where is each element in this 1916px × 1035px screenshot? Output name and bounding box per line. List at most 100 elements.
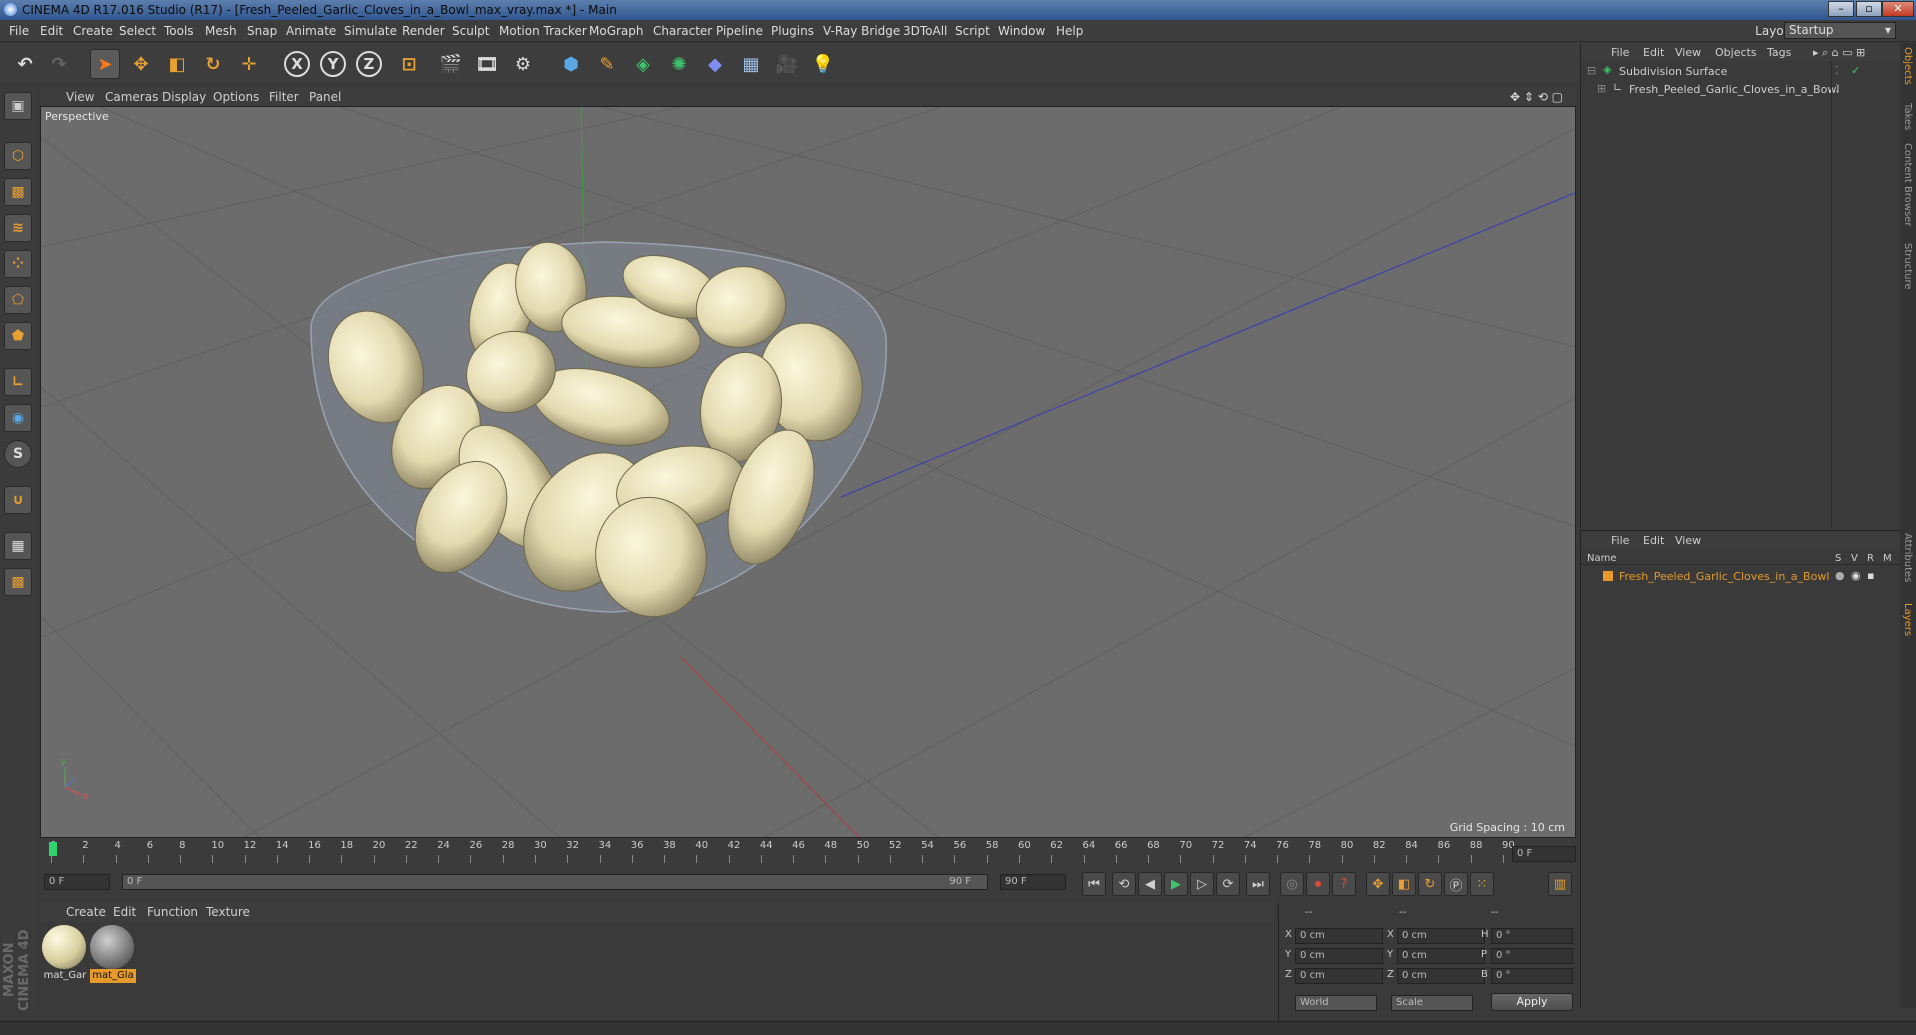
menu-animate[interactable]: Animate [286,24,336,38]
workplane-mode-icon[interactable]: ≋ [4,214,32,242]
tab-content-browser[interactable]: Content Browser [1902,143,1913,226]
auto-key-icon[interactable]: ⏺ [1306,872,1330,896]
menu-window[interactable]: Window [998,24,1045,38]
menu-script[interactable]: Script [955,24,990,38]
size-y-field[interactable]: 0 cm [1397,948,1485,964]
rot-p-field[interactable]: 0 ° [1491,948,1573,964]
frame-range-slider[interactable]: 0 F 90 F [122,874,988,890]
pos-y-field[interactable]: 0 cm [1295,948,1383,964]
subdivision-icon[interactable]: ◈ [628,49,658,79]
layer-row[interactable]: Fresh_Peeled_Garlic_Cloves_in_a_Bowl ● ◉… [1581,567,1901,585]
axis-mode-icon[interactable]: ∟ [4,368,32,396]
tab-layers[interactable]: Layers [1902,603,1913,636]
menu-file[interactable]: File [9,24,29,38]
key-parameter-icon[interactable]: Ⓟ [1444,872,1468,896]
apply-button[interactable]: Apply [1491,993,1573,1011]
menu-tools[interactable]: Tools [164,24,194,38]
layer-visible-icon[interactable]: ◉ [1851,569,1861,582]
workplane-lock-icon[interactable]: ▦ [4,532,32,560]
menu-mograph[interactable]: MoGraph [589,24,644,38]
rot-b-field[interactable]: 0 ° [1491,968,1573,984]
render-view-icon[interactable]: 🎬 [436,49,466,79]
edges-mode-icon[interactable]: ⬠ [4,286,32,314]
layer-solo-icon[interactable]: ● [1835,569,1845,582]
light-icon[interactable]: 💡 [808,49,838,79]
timeline-playhead[interactable] [49,842,57,856]
locked-workplane-icon[interactable]: ▩ [4,568,32,596]
timeline-ruler[interactable]: 0246810121416182022242628303234363840424… [40,840,1576,868]
cube-primitive-icon[interactable]: ⬢ [556,49,586,79]
coordinate-mode-dropdown[interactable]: Scale [1391,995,1473,1011]
objects-menu-tags[interactable]: Tags [1767,46,1791,59]
menu-sculpt[interactable]: Sculpt [452,24,489,38]
y-axis-lock-icon[interactable]: Y [320,51,346,77]
z-axis-lock-icon[interactable]: Z [356,51,382,77]
model-mode-icon[interactable]: ⬡ [4,142,32,170]
layers-menu-view[interactable]: View [1675,534,1701,547]
polygons-mode-icon[interactable]: ⬟ [4,322,32,350]
render-picture-viewer-icon[interactable]: 🎞 [472,49,502,79]
pos-z-field[interactable]: 0 cm [1295,968,1383,984]
viewport-menu-panel[interactable]: Panel [309,90,341,104]
tab-takes[interactable]: Takes [1902,103,1913,130]
size-z-field[interactable]: 0 cm [1397,968,1485,984]
viewport-menu-cameras[interactable]: Cameras [105,90,158,104]
menu-3dtoall[interactable]: 3DToAll [903,24,947,38]
viewport-nav-icons[interactable]: ✥ ⇕ ⟲ ▢ [1510,90,1563,104]
select-arrow-icon[interactable]: ➤ [90,49,120,79]
object-row-garlic[interactable]: ⊞ ∟ Fresh_Peeled_Garlic_Cloves_in_a_Bowl… [1581,80,1901,98]
tab-objects[interactable]: Objects [1902,47,1913,85]
snap-icon[interactable]: ∪ [4,486,32,514]
enabled-check-icon[interactable]: ✓ [1851,64,1860,77]
material-menu-texture[interactable]: Texture [206,905,250,919]
floor-icon[interactable]: ▦ [736,49,766,79]
pen-spline-icon[interactable]: ✎ [592,49,622,79]
menu-character[interactable]: Character [653,24,712,38]
layers-menu-edit[interactable]: Edit [1643,534,1664,547]
coordinate-system-icon[interactable]: ⊡ [394,49,424,79]
objects-toolbar-icons[interactable]: ▸ ⌕ ⌂ ▭ ⊞ [1813,46,1865,60]
visibility-dots-icon[interactable]: ⁚ [1835,64,1839,77]
menu-select[interactable]: Select [119,24,156,38]
move-icon[interactable]: ✥ [126,49,156,79]
size-x-field[interactable]: 0 cm [1397,928,1485,944]
expand-icon[interactable]: ⊞ [1597,82,1606,95]
menu-render[interactable]: Render [402,24,445,38]
layer-color-swatch[interactable] [1603,571,1613,581]
visibility-dots-icon[interactable]: ⁚ [1835,82,1839,95]
tab-structure[interactable]: Structure [1902,243,1913,290]
viewport-menu-view[interactable]: View [66,90,94,104]
material-swatch-glass[interactable]: mat_Gla [90,925,136,985]
next-key-icon[interactable]: ⟳ [1216,872,1240,896]
timeline-window-icon[interactable]: ▥ [1548,872,1572,896]
tab-attributes[interactable]: Attributes [1902,533,1913,582]
menu-motion-tracker[interactable]: Motion Tracker [499,24,587,38]
rotate-icon[interactable]: ↻ [198,49,228,79]
menu-snap[interactable]: Snap [247,24,277,38]
maximize-button[interactable]: ▫ [1856,1,1882,17]
play-icon[interactable]: ▶ [1164,872,1188,896]
objects-menu-view[interactable]: View [1675,46,1701,59]
menu-help[interactable]: Help [1056,24,1083,38]
material-menu-create[interactable]: Create [66,905,106,919]
render-settings-icon[interactable]: ⚙ [508,49,538,79]
points-mode-icon[interactable]: ⁘ [4,250,32,278]
key-rotation-icon[interactable]: ↻ [1418,872,1442,896]
make-editable-icon[interactable]: ▣ [4,92,32,120]
coordinate-space-dropdown[interactable]: World [1295,995,1377,1011]
menu-mesh[interactable]: Mesh [205,24,237,38]
objects-menu-objects[interactable]: Objects [1715,46,1757,59]
go-to-start-icon[interactable]: ⏮ [1082,872,1106,896]
undo-icon[interactable]: ↶ [10,49,40,79]
collapse-icon[interactable]: ⊟ [1587,64,1596,77]
layer-render-icon[interactable]: ▪ [1867,569,1874,582]
redo-icon[interactable]: ↷ [44,49,74,79]
go-to-end-icon[interactable]: ⏭ [1246,872,1270,896]
material-swatch-garlic[interactable]: mat_Gar [42,925,88,985]
menu-plugins[interactable]: Plugins [771,24,814,38]
rot-h-field[interactable]: 0 ° [1491,928,1573,944]
object-row-subdivision[interactable]: ⊟ ◈ Subdivision Surface ⁚ ✓ [1581,62,1901,80]
key-pla-icon[interactable]: ⁙ [1470,872,1494,896]
end-frame-field[interactable]: 90 F [1000,874,1066,890]
current-frame-field[interactable]: 0 F [1512,846,1576,862]
